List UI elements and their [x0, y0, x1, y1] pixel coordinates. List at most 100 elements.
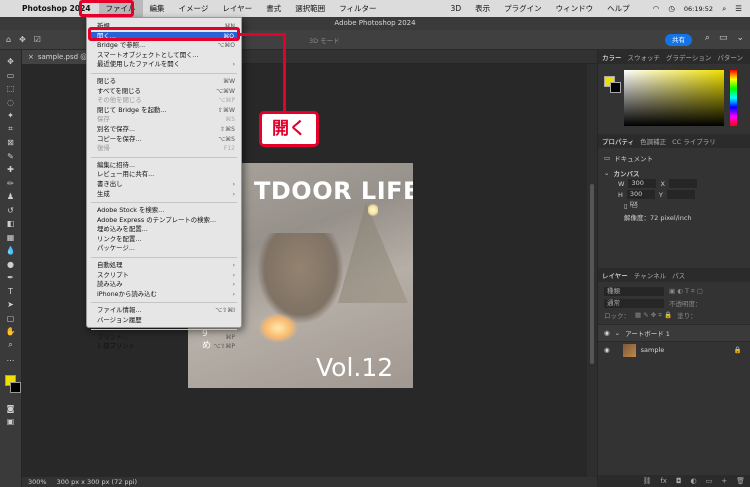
eraser-tool-icon[interactable]: ◧ — [3, 218, 19, 230]
fx-icon[interactable]: fx — [660, 477, 667, 485]
file-menu-item[interactable]: Bridge で参照... ⌥⌘O — [87, 41, 241, 51]
zoom-tool-icon[interactable]: ⌕ — [3, 340, 19, 352]
visibility-eye-icon[interactable]: ◉ — [604, 329, 610, 337]
menu-help[interactable]: ヘルプ — [600, 0, 637, 17]
file-menu-item[interactable]: リンクを配置... — [87, 235, 241, 245]
tab-layers[interactable]: レイヤー — [602, 270, 628, 280]
gradient-tool-icon[interactable]: ▦ — [3, 232, 19, 244]
file-menu-item[interactable]: 自動処理 › — [87, 261, 241, 271]
frame-tool-icon[interactable]: ⊠ — [3, 137, 19, 149]
file-menu-item[interactable]: 生成 › — [87, 190, 241, 200]
menu-3d[interactable]: 3D — [444, 0, 469, 17]
file-menu-item[interactable]: プリント... ⌘P — [87, 333, 241, 343]
tab-channels[interactable]: チャンネル — [634, 270, 666, 280]
hand-tool-icon[interactable]: ✋ — [3, 326, 19, 338]
auto-select-checkbox[interactable]: ☑ — [34, 35, 41, 44]
file-menu-item[interactable]: 別名で保存... ⇧⌘S — [87, 125, 241, 135]
lock-icons[interactable]: ▦ ✎ ✥ ⌗ 🔒 — [635, 311, 672, 320]
tab-patterns[interactable]: パターン — [717, 52, 743, 62]
tab-color[interactable]: カラー — [602, 52, 622, 62]
file-menu-item[interactable]: Adobe Express のテンプレートの検索... — [87, 216, 241, 226]
tab-gradients[interactable]: グラデーション — [666, 52, 711, 62]
layer-filter-kind[interactable]: 種類 — [604, 286, 664, 296]
dodge-tool-icon[interactable]: ● — [3, 259, 19, 271]
link-icon[interactable]: ⛓ — [642, 477, 651, 485]
file-menu-item[interactable]: 閉じる ⌘W — [87, 77, 241, 87]
menu-image[interactable]: イメージ — [172, 0, 216, 17]
layer-row-artboard[interactable]: ◉ ⌄ アートボード 1 — [598, 324, 750, 341]
mask-icon[interactable]: ◘ — [676, 477, 682, 485]
file-menu-item[interactable]: ファイル情報... ⌥⇧⌘I — [87, 306, 241, 316]
brush-tool-icon[interactable]: ✏ — [3, 178, 19, 190]
new-layer-icon[interactable]: + — [721, 477, 727, 485]
quick-mask-icon[interactable]: ◙ — [3, 403, 19, 415]
file-menu-item[interactable]: スマートオブジェクトとして開く... — [87, 51, 241, 61]
tab-adjustments[interactable]: 色調補正 — [640, 136, 666, 146]
search-icon[interactable]: ⌕ — [705, 33, 710, 43]
file-menu-item[interactable]: すべてを閉じる ⌥⌘W — [87, 87, 241, 97]
more-tools-icon[interactable]: … — [3, 353, 19, 365]
width-field[interactable]: 300 px — [628, 179, 657, 196]
color-field[interactable] — [624, 70, 724, 126]
file-menu-item[interactable]: Adobe Stock を検索... — [87, 206, 241, 216]
portrait-icon[interactable]: ▯ — [624, 202, 628, 210]
file-menu-item[interactable]: 埋め込みを配置... — [87, 225, 241, 235]
file-menu-item[interactable]: 最近使用したファイルを開く › — [87, 60, 241, 70]
file-menu-item[interactable]: iPhoneから読み込む › — [87, 290, 241, 300]
wifi-icon[interactable]: ◠ — [653, 4, 660, 13]
crop-tool-icon[interactable]: ⌗ — [3, 124, 19, 136]
file-menu-item[interactable]: コピーを保存... ⌥⌘S — [87, 135, 241, 145]
healing-tool-icon[interactable]: ✚ — [3, 164, 19, 176]
path-select-icon[interactable]: ➤ — [3, 299, 19, 311]
blur-tool-icon[interactable]: 💧 — [3, 245, 19, 257]
lasso-tool-icon[interactable]: ◌ — [3, 97, 19, 109]
layer-row-sample[interactable]: ◉ sample 🔒 — [598, 341, 750, 358]
y-field[interactable] — [666, 190, 695, 199]
tab-properties[interactable]: プロパティ — [602, 136, 634, 146]
pen-tool-icon[interactable]: ✒ — [3, 272, 19, 284]
background-color-swatch[interactable] — [10, 381, 21, 393]
menu-view[interactable]: 表示 — [468, 0, 497, 17]
landscape-icon[interactable]: ▭ — [632, 202, 638, 210]
expand-icon[interactable]: ⌄ — [736, 33, 744, 43]
vertical-scrollbar[interactable] — [587, 64, 597, 477]
chevron-down-icon[interactable]: ⌄ — [604, 169, 609, 177]
filter-icons[interactable]: ▣ ◐ T ⌗ ▢ — [669, 287, 703, 296]
height-field[interactable]: 300 px — [626, 190, 655, 207]
file-menu-item[interactable]: 読み込み › — [87, 280, 241, 290]
menu-plugins[interactable]: プラグイン — [497, 0, 549, 17]
search-icon[interactable]: ⌕ — [722, 4, 726, 14]
blend-mode-select[interactable]: 通常 — [604, 298, 664, 308]
share-button[interactable]: 共有 — [665, 34, 692, 46]
type-tool-icon[interactable]: T — [3, 286, 19, 298]
control-center-icon[interactable]: ☰ — [735, 4, 742, 13]
menu-filter[interactable]: フィルター — [332, 0, 383, 17]
home-icon[interactable]: ⌂ — [6, 35, 11, 44]
hue-slider[interactable] — [730, 70, 737, 126]
close-icon[interactable]: × — [28, 50, 34, 64]
shape-tool-icon[interactable]: ▢ — [3, 313, 19, 325]
menu-type[interactable]: 書式 — [259, 0, 288, 17]
background-color-swatch[interactable] — [610, 82, 621, 93]
file-menu-item[interactable]: 編集に招待... — [87, 161, 241, 171]
menu-layer[interactable]: レイヤー — [215, 0, 259, 17]
file-menu-item[interactable]: パッケージ... — [87, 244, 241, 254]
move-tool-icon[interactable]: ✥ — [19, 35, 26, 44]
chevron-down-icon[interactable]: ⌄ — [615, 329, 620, 337]
screen-mode-icon[interactable]: ▣ — [3, 416, 19, 428]
file-menu-item[interactable]: レビュー用に共有... — [87, 170, 241, 180]
scrollbar-thumb[interactable] — [590, 184, 594, 364]
file-menu-item[interactable]: 閉じて Bridge を起動... ⇧⌘W — [87, 106, 241, 116]
stamp-tool-icon[interactable]: ♟ — [3, 191, 19, 203]
tab-swatches[interactable]: スウォッチ — [628, 52, 661, 62]
select-subject-icon[interactable]: ✦ — [3, 110, 19, 122]
eyedropper-tool-icon[interactable]: ✎ — [3, 151, 19, 163]
workspace-icon[interactable]: ▭ — [719, 33, 728, 43]
trash-icon[interactable]: 🗑 — [736, 477, 745, 485]
adjustment-icon[interactable]: ◐ — [691, 477, 697, 485]
x-field[interactable] — [668, 179, 697, 188]
visibility-eye-icon[interactable]: ◉ — [604, 346, 610, 354]
menu-edit[interactable]: 編集 — [143, 0, 172, 17]
tab-paths[interactable]: パス — [672, 270, 685, 280]
zoom-level[interactable]: 300% — [28, 477, 47, 487]
